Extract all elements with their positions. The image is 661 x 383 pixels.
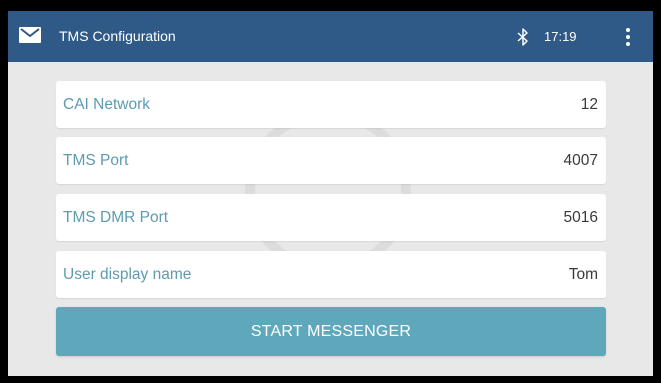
- tms-port-field[interactable]: TMS Port 4007: [56, 137, 606, 184]
- cai-network-field[interactable]: CAI Network 12: [56, 81, 606, 128]
- field-label: CAI Network: [63, 96, 150, 113]
- app-bar: TMS Configuration 17:19: [8, 11, 653, 62]
- field-value[interactable]: Tom: [569, 251, 598, 298]
- user-display-name-field[interactable]: User display name Tom: [56, 251, 606, 298]
- field-value[interactable]: 4007: [564, 137, 598, 184]
- field-label: User display name: [63, 266, 192, 283]
- tms-dmr-port-field[interactable]: TMS DMR Port 5016: [56, 194, 606, 241]
- start-messenger-button[interactable]: START MESSENGER: [56, 307, 606, 356]
- field-label: TMS DMR Port: [63, 209, 169, 226]
- status-time: 17:19: [544, 29, 577, 44]
- app-title: TMS Configuration: [59, 28, 176, 44]
- field-value[interactable]: 12: [581, 81, 598, 128]
- bluetooth-icon: [517, 28, 528, 46]
- field-value[interactable]: 5016: [564, 194, 598, 241]
- field-label: TMS Port: [63, 152, 129, 169]
- overflow-menu-icon[interactable]: [620, 27, 636, 47]
- mail-icon[interactable]: [19, 27, 41, 43]
- app-screen: TMS Configuration 17:19 CAI Network 12 T…: [8, 11, 653, 376]
